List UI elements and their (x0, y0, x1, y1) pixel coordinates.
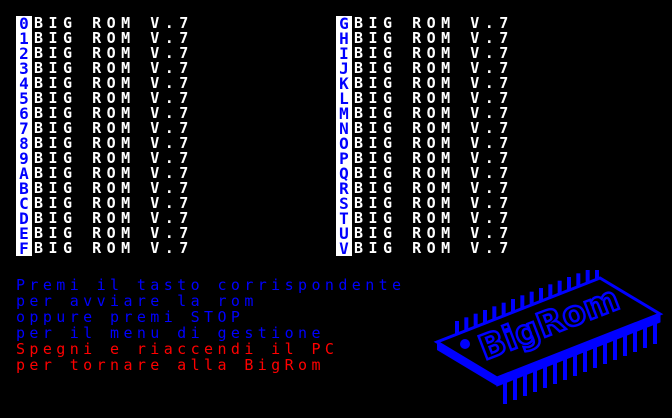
instructions-panel: Premi il tasto corrispondente per avviare… (16, 277, 496, 373)
chip-pin (653, 322, 657, 344)
instruction-line: per tornare alla BigRom (16, 356, 325, 374)
instruction-line: oppure premi STOP (16, 308, 245, 326)
instruction-line: Spegni e riaccendi il PC (16, 340, 339, 358)
rom-slot-name: BIG ROM V.7 (354, 239, 514, 257)
chip-pin (633, 330, 637, 352)
chip-pin (573, 354, 577, 376)
instruction-line: per avviare la rom (16, 292, 258, 310)
chip-pin (593, 346, 597, 368)
chip-pin (563, 358, 567, 380)
rom-slot-f[interactable]: F BIG ROM V.7 (16, 239, 256, 257)
instruction-line: Premi il tasto corrispondente (16, 276, 406, 294)
chip-pin (613, 338, 617, 360)
chip-pin (553, 362, 557, 384)
rom-slot-v[interactable]: V BIG ROM V.7 (336, 239, 576, 257)
rom-chip-icon: BigRom (433, 270, 664, 404)
chip-pin (523, 374, 527, 396)
rom-list-left: 0 BIG ROM V.7 1 BIG ROM V.7 2 BIG ROM V.7 3 BIG… (16, 16, 256, 257)
chip-pin (603, 342, 607, 364)
rom-slot-key[interactable]: F (16, 241, 32, 257)
rom-slot-key[interactable]: V (336, 241, 352, 257)
chip-pin (513, 378, 517, 400)
chip-pin (643, 326, 647, 348)
chip-pin (583, 350, 587, 372)
chip-pin (543, 366, 547, 388)
chip-notch (460, 339, 470, 349)
rom-slot-name: BIG ROM V.7 (34, 239, 194, 257)
bigrom-menu-screen: 0 BIG ROM V.7 1 BIG ROM V.7 2 BIG ROM V.7 3 BIG… (0, 0, 672, 418)
chip-pin (503, 382, 507, 404)
instruction-line: per il menu di gestione (16, 324, 325, 342)
chip-pin (623, 334, 627, 356)
chip-pin (533, 370, 537, 392)
rom-list-right: G BIG ROM V.7 H BIG ROM V.7 I BIG ROM V.7 J BIG… (336, 16, 576, 257)
